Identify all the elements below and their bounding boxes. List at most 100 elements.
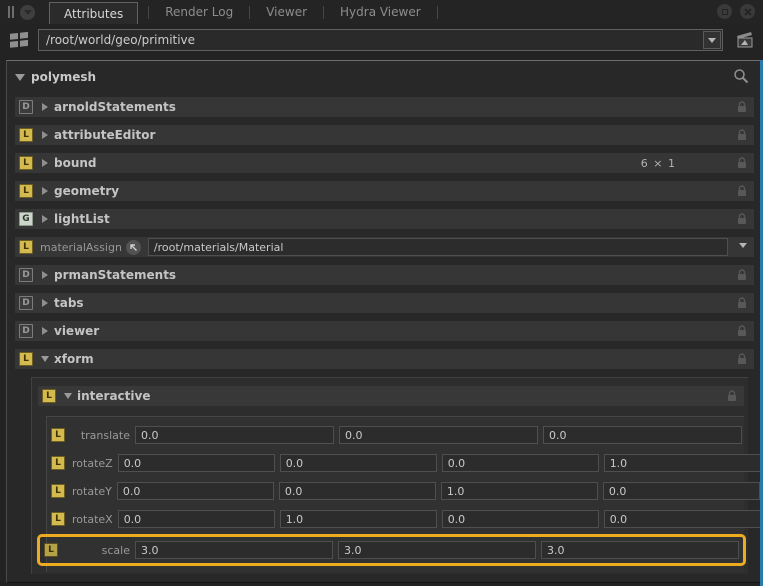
scope-badge: L <box>51 484 65 498</box>
scope-badge: L <box>51 428 65 442</box>
chevron-down-icon <box>708 38 716 43</box>
show-scenegraph-button[interactable] <box>733 29 757 51</box>
param-label: rotateZ <box>72 457 113 470</box>
attr-group-label: lightList <box>54 212 110 226</box>
pane-menu-button[interactable] <box>20 5 35 20</box>
scope-badge: D <box>19 268 33 282</box>
attr-row-arnoldStatements[interactable]: D arnoldStatements <box>15 97 754 117</box>
rotateY-z-input[interactable] <box>603 482 760 500</box>
tab-viewer[interactable]: Viewer <box>252 1 321 23</box>
chevron-down-icon <box>24 10 32 15</box>
attr-group-label: geometry <box>54 184 119 198</box>
tab-separator <box>323 6 324 19</box>
attributes-panel: polymesh D arnoldStatements L attributeE… <box>6 60 760 583</box>
expander-right-icon[interactable] <box>42 187 48 195</box>
scope-badge: D <box>19 100 33 114</box>
scale-z-input[interactable] <box>541 541 739 559</box>
attr-row-bound[interactable]: L bound 6 × 1 <box>15 153 754 173</box>
tab-attributes[interactable]: Attributes <box>49 2 138 24</box>
expander-right-icon[interactable] <box>42 271 48 279</box>
attr-row-lightList[interactable]: G lightList <box>15 209 754 229</box>
param-row-scale: L scale <box>44 540 739 560</box>
translate-x-input[interactable] <box>135 426 334 444</box>
path-history-dropdown[interactable] <box>703 31 721 49</box>
scope-badge: D <box>19 296 33 310</box>
lock-icon <box>737 269 747 281</box>
scope-badge: D <box>19 324 33 338</box>
tab-render-log[interactable]: Render Log <box>151 1 247 23</box>
attribute-rows: D arnoldStatements L attributeEditor L b… <box>7 93 760 574</box>
scope-badge: L <box>19 156 33 170</box>
rotateZ-angle-input[interactable] <box>118 454 275 472</box>
local-value-button[interactable] <box>126 240 141 255</box>
scope-badge: L <box>51 456 65 470</box>
window-buttons <box>717 4 755 19</box>
tab-hydra-viewer[interactable]: Hydra Viewer <box>326 1 435 23</box>
attr-row-viewer[interactable]: D viewer <box>15 321 754 341</box>
expander-right-icon[interactable] <box>42 215 48 223</box>
tab-bar: Attributes Render Log Viewer Hydra Viewe… <box>0 0 763 24</box>
scope-badge: G <box>19 212 33 226</box>
translate-z-input[interactable] <box>543 426 742 444</box>
expander-right-icon[interactable] <box>42 103 48 111</box>
param-fields <box>135 426 742 444</box>
rotateZ-z-input[interactable] <box>604 454 761 472</box>
attr-group-label: bound <box>54 156 97 170</box>
attr-row-attributeEditor[interactable]: L attributeEditor <box>15 125 754 145</box>
float-icon <box>722 9 728 15</box>
expander-right-icon[interactable] <box>42 327 48 335</box>
rotateZ-y-input[interactable] <box>442 454 599 472</box>
dropdown-arrow-icon[interactable] <box>739 243 747 248</box>
param-fields <box>117 482 760 500</box>
attr-group-label: interactive <box>77 389 150 403</box>
expander-right-icon[interactable] <box>42 159 48 167</box>
pane-drag-handle[interactable] <box>8 6 14 18</box>
close-pane-button[interactable] <box>740 4 755 19</box>
rotateY-x-input[interactable] <box>279 482 436 500</box>
expander-right-icon[interactable] <box>42 131 48 139</box>
expander-right-icon[interactable] <box>42 299 48 307</box>
rotateX-z-input[interactable] <box>604 510 761 528</box>
attr-row-xform[interactable]: L xform <box>15 349 754 369</box>
rotateX-angle-input[interactable] <box>118 510 275 528</box>
lock-icon <box>737 297 747 309</box>
xform-group-contents: L interactive L translate <box>31 377 748 574</box>
expander-down-icon[interactable] <box>41 356 49 362</box>
scope-badge: L <box>19 128 33 142</box>
expander-down-icon <box>15 74 25 81</box>
arrow-up-left-icon <box>129 243 138 252</box>
rotateZ-x-input[interactable] <box>280 454 437 472</box>
rotateX-y-input[interactable] <box>442 510 599 528</box>
param-row-rotateX: L rotateX <box>51 509 742 529</box>
rotateY-angle-input[interactable] <box>117 482 274 500</box>
search-icon[interactable] <box>732 68 750 86</box>
scenegraph-path-input[interactable] <box>38 29 723 51</box>
translate-y-input[interactable] <box>339 426 538 444</box>
float-pane-button[interactable] <box>717 4 732 19</box>
expander-down-icon[interactable] <box>64 393 72 399</box>
array-size-label: 6 × 1 <box>641 157 676 170</box>
polymesh-header[interactable]: polymesh <box>7 61 760 93</box>
scope-badge: L <box>42 389 56 403</box>
scenegraph-path-field-wrap <box>38 29 723 51</box>
attr-row-prmanStatements[interactable]: D prmanStatements <box>15 265 754 285</box>
attr-row-geometry[interactable]: L geometry <box>15 181 754 201</box>
attr-group-label: arnoldStatements <box>54 100 176 114</box>
attr-group-label: xform <box>54 352 94 366</box>
attr-group-label: prmanStatements <box>54 268 176 282</box>
rotateY-y-input[interactable] <box>441 482 598 500</box>
material-assign-input[interactable] <box>148 238 728 256</box>
param-row-translate: L translate <box>51 425 742 445</box>
scope-badge: L <box>44 543 58 557</box>
attr-group-label: viewer <box>54 324 99 338</box>
scale-y-input[interactable] <box>338 541 536 559</box>
scope-badge: L <box>19 184 33 198</box>
attr-row-interactive[interactable]: L interactive <box>38 386 744 406</box>
lock-icon <box>737 185 747 197</box>
windows-icon <box>8 30 30 50</box>
rotateX-x-input[interactable] <box>280 510 437 528</box>
attr-row-materialAssign[interactable]: L materialAssign <box>15 237 754 257</box>
clapperboard-icon <box>735 31 755 49</box>
scale-x-input[interactable] <box>135 541 333 559</box>
attr-row-tabs[interactable]: D tabs <box>15 293 754 313</box>
